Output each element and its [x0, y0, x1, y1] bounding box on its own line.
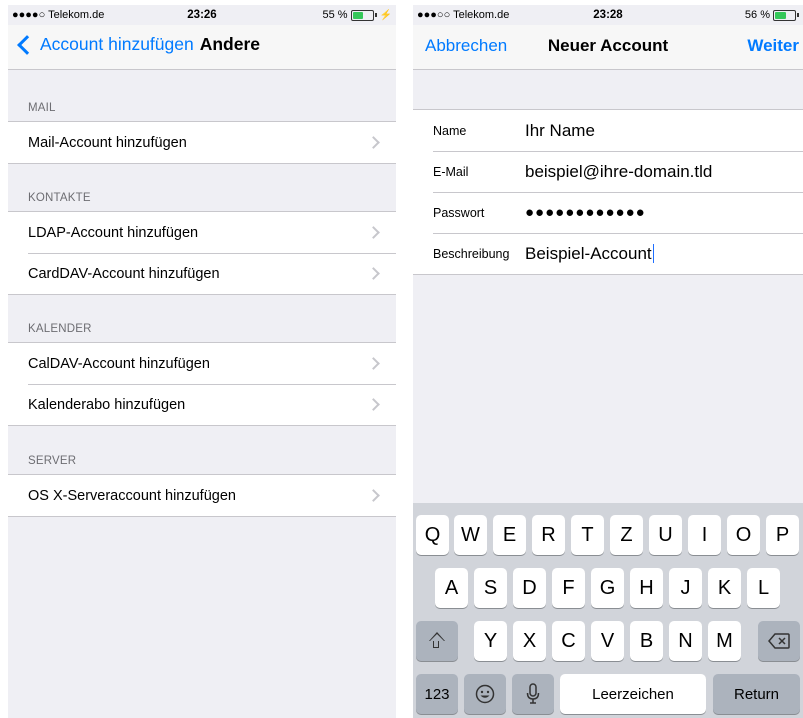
- emoji-icon: [475, 684, 495, 704]
- section-calendar: CalDAV-Account hinzufügen Kalenderabo hi…: [8, 342, 396, 426]
- section-header-mail: MAIL: [28, 102, 56, 114]
- battery-icon: [773, 9, 796, 21]
- battery-percent: 56 %: [744, 9, 770, 21]
- key-t[interactable]: T: [571, 515, 604, 555]
- section-header-server: SERVER: [28, 455, 77, 467]
- email-field[interactable]: beispiel@ihre-domain.tld: [525, 162, 712, 182]
- key-k[interactable]: K: [708, 568, 741, 608]
- password-label: Passwort: [433, 205, 485, 220]
- numbers-key[interactable]: 123: [416, 674, 458, 714]
- key-j[interactable]: J: [669, 568, 702, 608]
- key-l[interactable]: L: [747, 568, 780, 608]
- form-row-email[interactable]: E-Mail beispiel@ihre-domain.tld: [413, 151, 803, 192]
- space-key[interactable]: Leerzeichen: [560, 674, 706, 714]
- section-server: OS X-Serveraccount hinzufügen: [8, 474, 396, 517]
- navigation-bar: Account hinzufügen Andere: [8, 25, 396, 70]
- key-y[interactable]: Y: [474, 621, 507, 661]
- next-button[interactable]: Weiter: [747, 36, 799, 56]
- section-mail: Mail-Account hinzufügen: [8, 121, 396, 164]
- list-item-label: Kalenderabo hinzufügen: [28, 396, 186, 413]
- status-bar: ●●●○○ Telekom.de 23:28 56 %: [413, 5, 803, 25]
- chevron-right-icon: [367, 136, 380, 149]
- list-item-caldav-account[interactable]: CalDAV-Account hinzufügen: [8, 343, 396, 384]
- password-field[interactable]: ●●●●●●●●●●●●: [525, 204, 646, 221]
- key-g[interactable]: G: [591, 568, 624, 608]
- key-o[interactable]: O: [727, 515, 760, 555]
- email-label: E-Mail: [433, 164, 469, 179]
- section-header-calendar: KALENDER: [28, 323, 92, 335]
- left-screen: ●●●●○ Telekom.de 23:26 55 % ⚡ Account hi…: [8, 5, 396, 718]
- description-field[interactable]: Beispiel-Account: [525, 243, 655, 264]
- list-item-label: CalDAV-Account hinzufügen: [28, 355, 210, 372]
- key-b[interactable]: B: [630, 621, 663, 661]
- status-bar: ●●●●○ Telekom.de 23:26 55 % ⚡: [8, 5, 396, 25]
- list-item-mail-account[interactable]: Mail-Account hinzufügen: [8, 122, 396, 163]
- chevron-right-icon: [367, 489, 380, 502]
- back-button-label: Account hinzufügen: [40, 34, 194, 54]
- list-item-label: CardDAV-Account hinzufügen: [28, 265, 220, 282]
- chevron-right-icon: [367, 398, 380, 411]
- section-contacts: LDAP-Account hinzufügen CardDAV-Account …: [8, 211, 396, 295]
- list-item-label: LDAP-Account hinzufügen: [28, 224, 199, 241]
- battery-icon: [350, 9, 374, 21]
- list-item-label: OS X-Serveraccount hinzufügen: [28, 487, 236, 504]
- name-label: Name: [433, 123, 467, 138]
- description-value: Beispiel-Account: [525, 243, 652, 263]
- list-item-osx-server-account[interactable]: OS X-Serveraccount hinzufügen: [8, 475, 396, 516]
- dictation-key[interactable]: [512, 674, 554, 714]
- key-r[interactable]: R: [532, 515, 565, 555]
- list-item-ldap-account[interactable]: LDAP-Account hinzufügen: [8, 212, 396, 253]
- key-s[interactable]: S: [474, 568, 507, 608]
- key-p[interactable]: P: [766, 515, 799, 555]
- list-item-calendar-subscription[interactable]: Kalenderabo hinzufügen: [8, 384, 396, 425]
- chevron-right-icon: [367, 226, 380, 239]
- back-button[interactable]: Account hinzufügen Andere: [14, 34, 260, 55]
- key-w[interactable]: W: [454, 515, 487, 555]
- page-title: Neuer Account: [547, 36, 669, 55]
- key-a[interactable]: A: [435, 568, 468, 608]
- backspace-key[interactable]: [758, 621, 800, 661]
- description-label: Beschreibung: [433, 246, 510, 261]
- form-row-password[interactable]: Passwort ●●●●●●●●●●●●: [413, 192, 803, 233]
- form-row-description[interactable]: Beschreibung Beispiel-Account: [413, 233, 803, 274]
- shift-icon: [428, 632, 446, 650]
- key-c[interactable]: C: [552, 621, 585, 661]
- page-title: Andere: [199, 34, 261, 54]
- key-n[interactable]: N: [669, 621, 702, 661]
- keyboard: Q W E R T Z U I O P A S D F G H J K L Y …: [413, 503, 803, 718]
- emoji-key[interactable]: [464, 674, 506, 714]
- list-item-carddav-account[interactable]: CardDAV-Account hinzufügen: [8, 253, 396, 294]
- section-header-contacts: KONTAKTE: [28, 192, 91, 204]
- backspace-icon: [768, 633, 790, 649]
- battery-indicator: 55 % ⚡: [322, 9, 392, 21]
- name-field[interactable]: Ihr Name: [525, 121, 595, 141]
- form-row-name[interactable]: Name Ihr Name: [413, 110, 803, 151]
- right-screen: ●●●○○ Telekom.de 23:28 56 % Abbrechen Ne…: [413, 5, 803, 718]
- key-u[interactable]: U: [649, 515, 682, 555]
- microphone-icon: [526, 683, 540, 704]
- charging-icon: ⚡: [379, 9, 392, 21]
- key-d[interactable]: D: [513, 568, 546, 608]
- key-v[interactable]: V: [591, 621, 624, 661]
- return-key[interactable]: Return: [713, 674, 800, 714]
- key-m[interactable]: M: [708, 621, 741, 661]
- list-item-label: Mail-Account hinzufügen: [28, 134, 187, 151]
- key-f[interactable]: F: [552, 568, 585, 608]
- navigation-bar: Abbrechen Neuer Account Weiter: [413, 25, 803, 70]
- text-cursor: [652, 244, 655, 263]
- chevron-right-icon: [367, 357, 380, 370]
- battery-percent: 55 %: [322, 9, 348, 21]
- battery-indicator: 56 %: [745, 9, 799, 21]
- key-h[interactable]: H: [630, 568, 663, 608]
- chevron-right-icon: [367, 267, 380, 280]
- key-x[interactable]: X: [513, 621, 546, 661]
- key-e[interactable]: E: [493, 515, 526, 555]
- key-z[interactable]: Z: [610, 515, 643, 555]
- key-q[interactable]: Q: [416, 515, 449, 555]
- shift-key[interactable]: [416, 621, 458, 661]
- chevron-left-icon: [17, 34, 37, 55]
- key-i[interactable]: I: [688, 515, 721, 555]
- account-form: Name Ihr Name E-Mail beispiel@ihre-domai…: [413, 109, 803, 275]
